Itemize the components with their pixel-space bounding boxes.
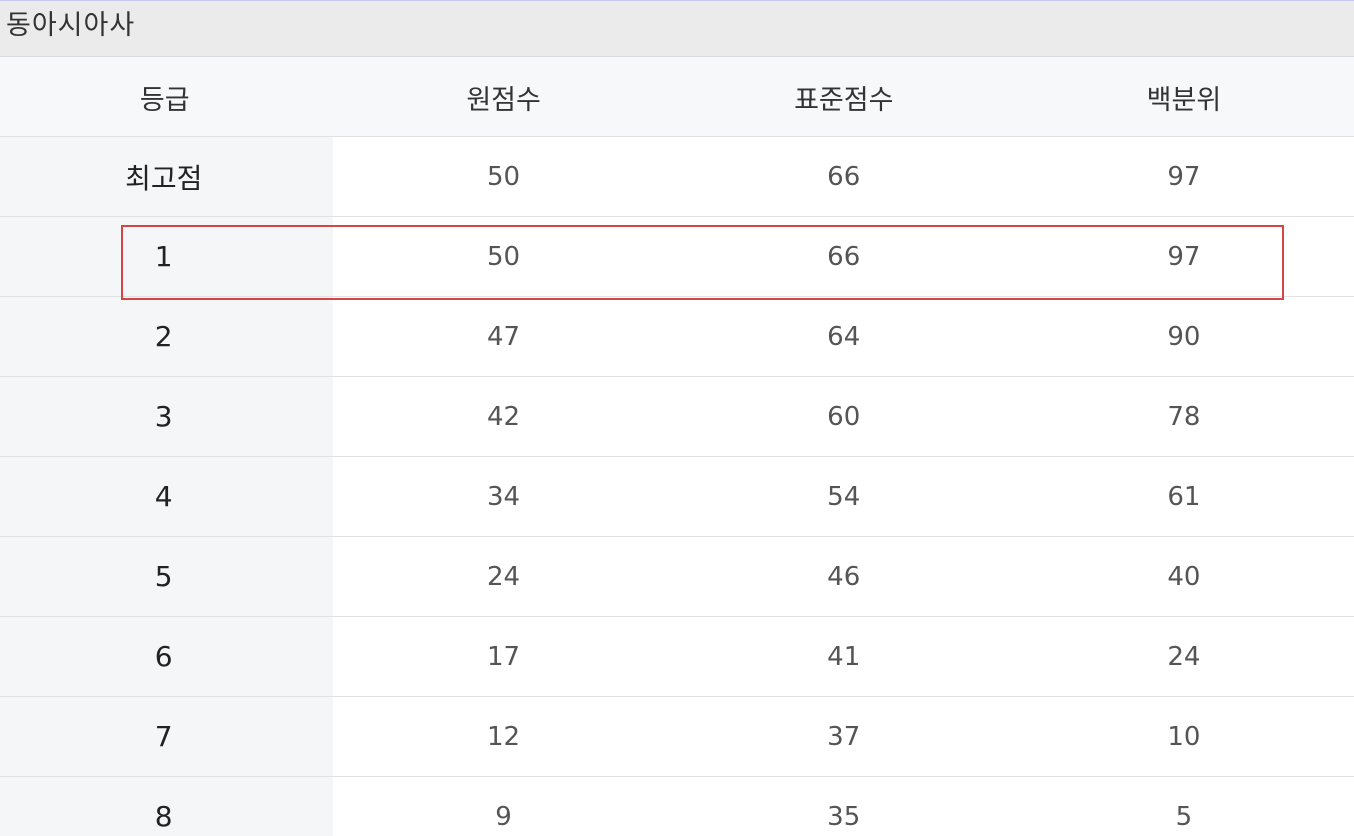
percentile-cell: 10 (1167, 721, 1201, 752)
standard-score-cell: 66 (827, 161, 861, 192)
standard-score-cell: 46 (827, 561, 861, 592)
grade-cell: 2 (154, 320, 173, 353)
percentile-cell: 90 (1167, 321, 1201, 352)
grade-cell: 3 (154, 400, 173, 433)
header-raw-score: 원점수 (466, 85, 541, 116)
raw-score-cell: 9 (495, 801, 512, 832)
standard-score-cell: 66 (827, 241, 861, 272)
table-row-grade-1: 1 50 66 97 (0, 217, 1354, 297)
table-row-grade-2: 2 47 64 90 (0, 297, 1354, 377)
standard-score-cell: 35 (827, 801, 861, 832)
raw-score-cell: 17 (486, 641, 521, 672)
header-percentile: 백분위 (1146, 85, 1222, 116)
grade-cell: 6 (154, 640, 173, 673)
standard-score-cell: 64 (827, 321, 861, 352)
grade-cell: 최고점 (125, 161, 203, 195)
standard-score-cell: 41 (827, 641, 861, 672)
percentile-cell: 40 (1167, 561, 1201, 592)
table-row-grade-7: 7 12 37 10 (0, 697, 1354, 777)
grade-cell: 4 (154, 480, 173, 513)
table-row-grade-8: 8 9 35 5 (0, 777, 1354, 836)
raw-score-cell: 50 (486, 161, 521, 192)
percentile-cell: 97 (1167, 161, 1201, 192)
grade-cell: 8 (154, 800, 173, 833)
raw-score-cell: 50 (486, 241, 521, 272)
raw-score-cell: 42 (486, 401, 521, 432)
table-row-grade-4: 4 34 54 61 (0, 457, 1354, 537)
table-row-top-score: 최고점 50 66 97 (0, 137, 1354, 217)
grade-cell: 1 (154, 240, 173, 273)
table-row-grade-5: 5 24 46 40 (0, 537, 1354, 617)
percentile-cell: 78 (1167, 401, 1201, 432)
subject-title: 동아시아사 (6, 10, 136, 41)
percentile-cell: 24 (1167, 641, 1201, 672)
percentile-cell: 97 (1167, 241, 1201, 272)
header-grade: 등급 (139, 85, 190, 116)
score-page: 동아시아사 등급 원점수 표준점수 백분위 최고점 50 66 97 1 50 … (0, 0, 1354, 836)
raw-score-cell: 12 (486, 721, 521, 752)
grade-cell: 5 (154, 560, 173, 593)
raw-score-cell: 47 (486, 321, 521, 352)
grade-cell: 7 (154, 720, 173, 753)
subject-header-bar: 동아시아사 (0, 1, 1354, 57)
table-row-grade-3: 3 42 60 78 (0, 377, 1354, 457)
header-standard-score: 표준점수 (794, 85, 894, 116)
percentile-cell: 5 (1175, 801, 1193, 832)
standard-score-cell: 37 (827, 721, 861, 752)
standard-score-cell: 54 (827, 481, 861, 512)
score-table: 등급 원점수 표준점수 백분위 최고점 50 66 97 1 50 66 9 7 … (0, 57, 1354, 836)
standard-score-cell: 60 (827, 401, 861, 432)
percentile-cell: 61 (1167, 481, 1201, 512)
table-header-row: 등급 원점수 표준점수 백분위 (0, 57, 1354, 137)
table-row-grade-6: 6 17 41 24 (0, 617, 1354, 697)
raw-score-cell: 24 (486, 561, 521, 592)
raw-score-cell: 34 (486, 481, 521, 512)
